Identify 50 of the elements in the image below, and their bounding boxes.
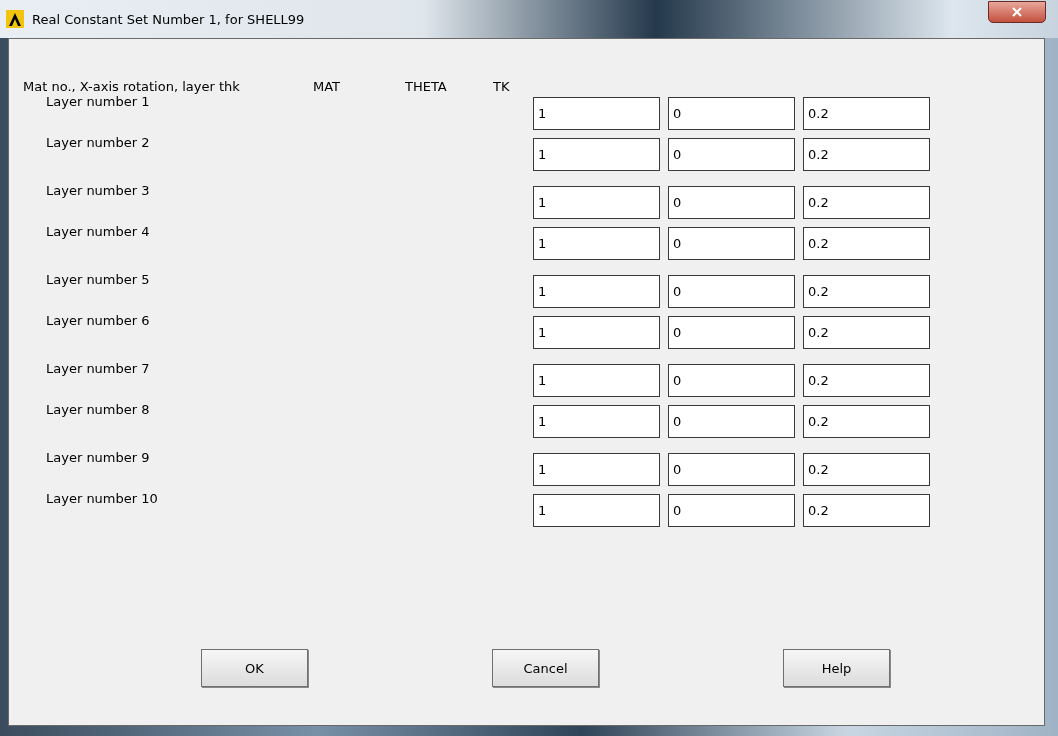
input-field[interactable]: 0	[668, 227, 795, 260]
close-icon	[1011, 7, 1023, 17]
input-field[interactable]: 0.2	[803, 227, 930, 260]
input-field[interactable]: 0	[668, 186, 795, 219]
input-field[interactable]: 1	[533, 364, 660, 397]
layer-label: Layer number 5	[45, 272, 151, 287]
input-field[interactable]: 1	[533, 494, 660, 527]
column-header: MAT	[313, 78, 342, 94]
input-field[interactable]: 0.2	[803, 97, 930, 130]
input-field[interactable]: 0.2	[803, 494, 930, 527]
input-field[interactable]: 1	[533, 97, 660, 130]
input-field[interactable]: 0	[668, 494, 795, 527]
input-field[interactable]: 0	[668, 453, 795, 486]
layer-label: Layer number 2	[45, 135, 151, 150]
input-field[interactable]: 1	[533, 316, 660, 349]
layer-label: Layer number 8	[45, 402, 151, 417]
layer-label: Layer number 4	[45, 224, 151, 239]
input-field[interactable]: 0.2	[803, 138, 930, 171]
input-field[interactable]: 0	[668, 97, 795, 130]
input-field[interactable]: 0	[668, 316, 795, 349]
layer-label: Layer number 1	[45, 94, 151, 109]
dialog-button[interactable]: OK	[201, 649, 308, 687]
layer-label: Layer number 10	[45, 491, 159, 506]
input-field[interactable]: 1	[533, 227, 660, 260]
input-field[interactable]: 0.2	[803, 405, 930, 438]
column-header: TK	[493, 78, 510, 94]
input-field[interactable]: 0	[668, 405, 795, 438]
input-field[interactable]: 0	[668, 138, 795, 171]
input-field[interactable]: 1	[533, 138, 660, 171]
input-field[interactable]: 1	[533, 405, 660, 438]
input-field[interactable]: 0.2	[803, 364, 930, 397]
input-field[interactable]: 1	[533, 186, 660, 219]
input-field[interactable]: 1	[533, 453, 660, 486]
close-button[interactable]	[988, 1, 1046, 23]
layer-label: Layer number 3	[45, 183, 151, 198]
dialog-button[interactable]: Help	[783, 649, 890, 687]
column-header: THETA	[405, 78, 448, 94]
input-field[interactable]: 0.2	[803, 316, 930, 349]
layer-label: Layer number 6	[45, 313, 151, 328]
layer-label: Layer number 7	[45, 361, 151, 376]
input-field[interactable]: 1	[533, 275, 660, 308]
input-field[interactable]: 0.2	[803, 186, 930, 219]
window-title: Real Constant Set Number 1, for SHELL99	[32, 11, 306, 27]
dialog-button[interactable]: Cancel	[492, 649, 599, 687]
input-field[interactable]: 0	[668, 275, 795, 308]
input-field[interactable]: 0	[668, 364, 795, 397]
input-field[interactable]: 0.2	[803, 275, 930, 308]
input-field[interactable]: 0.2	[803, 453, 930, 486]
layer-label: Layer number 9	[45, 450, 151, 465]
header-label: Mat no., X-axis rotation, layer thk	[23, 78, 241, 94]
